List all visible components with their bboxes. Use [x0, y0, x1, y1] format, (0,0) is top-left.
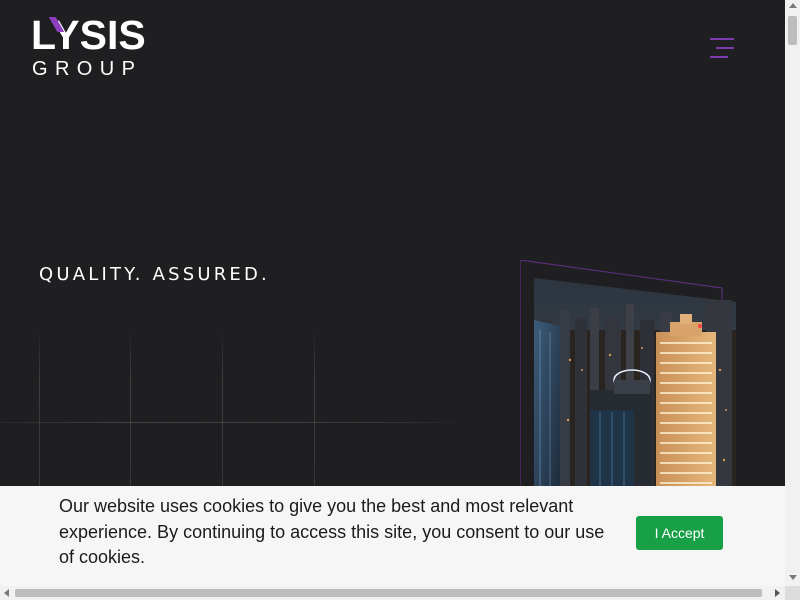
hero-tagline: QUALITY. ASSURED.: [39, 264, 270, 285]
scroll-up-arrow-icon[interactable]: [789, 3, 797, 8]
city-skyline-illustration: [520, 260, 736, 500]
vertical-scrollbar[interactable]: [785, 0, 800, 586]
grid-vertical-line: [39, 328, 40, 498]
logo-wordmark: LYSIS: [31, 12, 146, 58]
decorative-grid-lines: [0, 320, 460, 498]
menu-line: [716, 47, 734, 49]
menu-line: [710, 38, 734, 40]
cookie-consent-banner: Our website uses cookies to give you the…: [0, 486, 785, 586]
grid-vertical-line: [222, 328, 223, 498]
scroll-right-arrow-icon[interactable]: [775, 589, 780, 597]
scroll-left-arrow-icon[interactable]: [4, 589, 9, 597]
accept-cookies-button[interactable]: I Accept: [636, 516, 723, 550]
horizontal-scrollbar[interactable]: [0, 586, 785, 600]
menu-line: [710, 56, 728, 58]
vertical-scroll-thumb[interactable]: [788, 16, 797, 45]
city-skyline-image: [520, 260, 736, 500]
grid-vertical-line: [130, 328, 131, 498]
lysis-group-logo[interactable]: LYSIS GROUP: [31, 15, 155, 81]
scroll-down-arrow-icon[interactable]: [789, 575, 797, 580]
cookie-message: Our website uses cookies to give you the…: [59, 496, 605, 567]
grid-vertical-line: [314, 328, 315, 498]
hamburger-menu-icon[interactable]: [708, 36, 736, 62]
horizontal-scroll-thumb[interactable]: [15, 589, 762, 597]
grid-horizontal-line: [0, 422, 455, 423]
logo-subtitle: GROUP: [32, 58, 143, 80]
scrollbar-corner: [785, 586, 800, 600]
